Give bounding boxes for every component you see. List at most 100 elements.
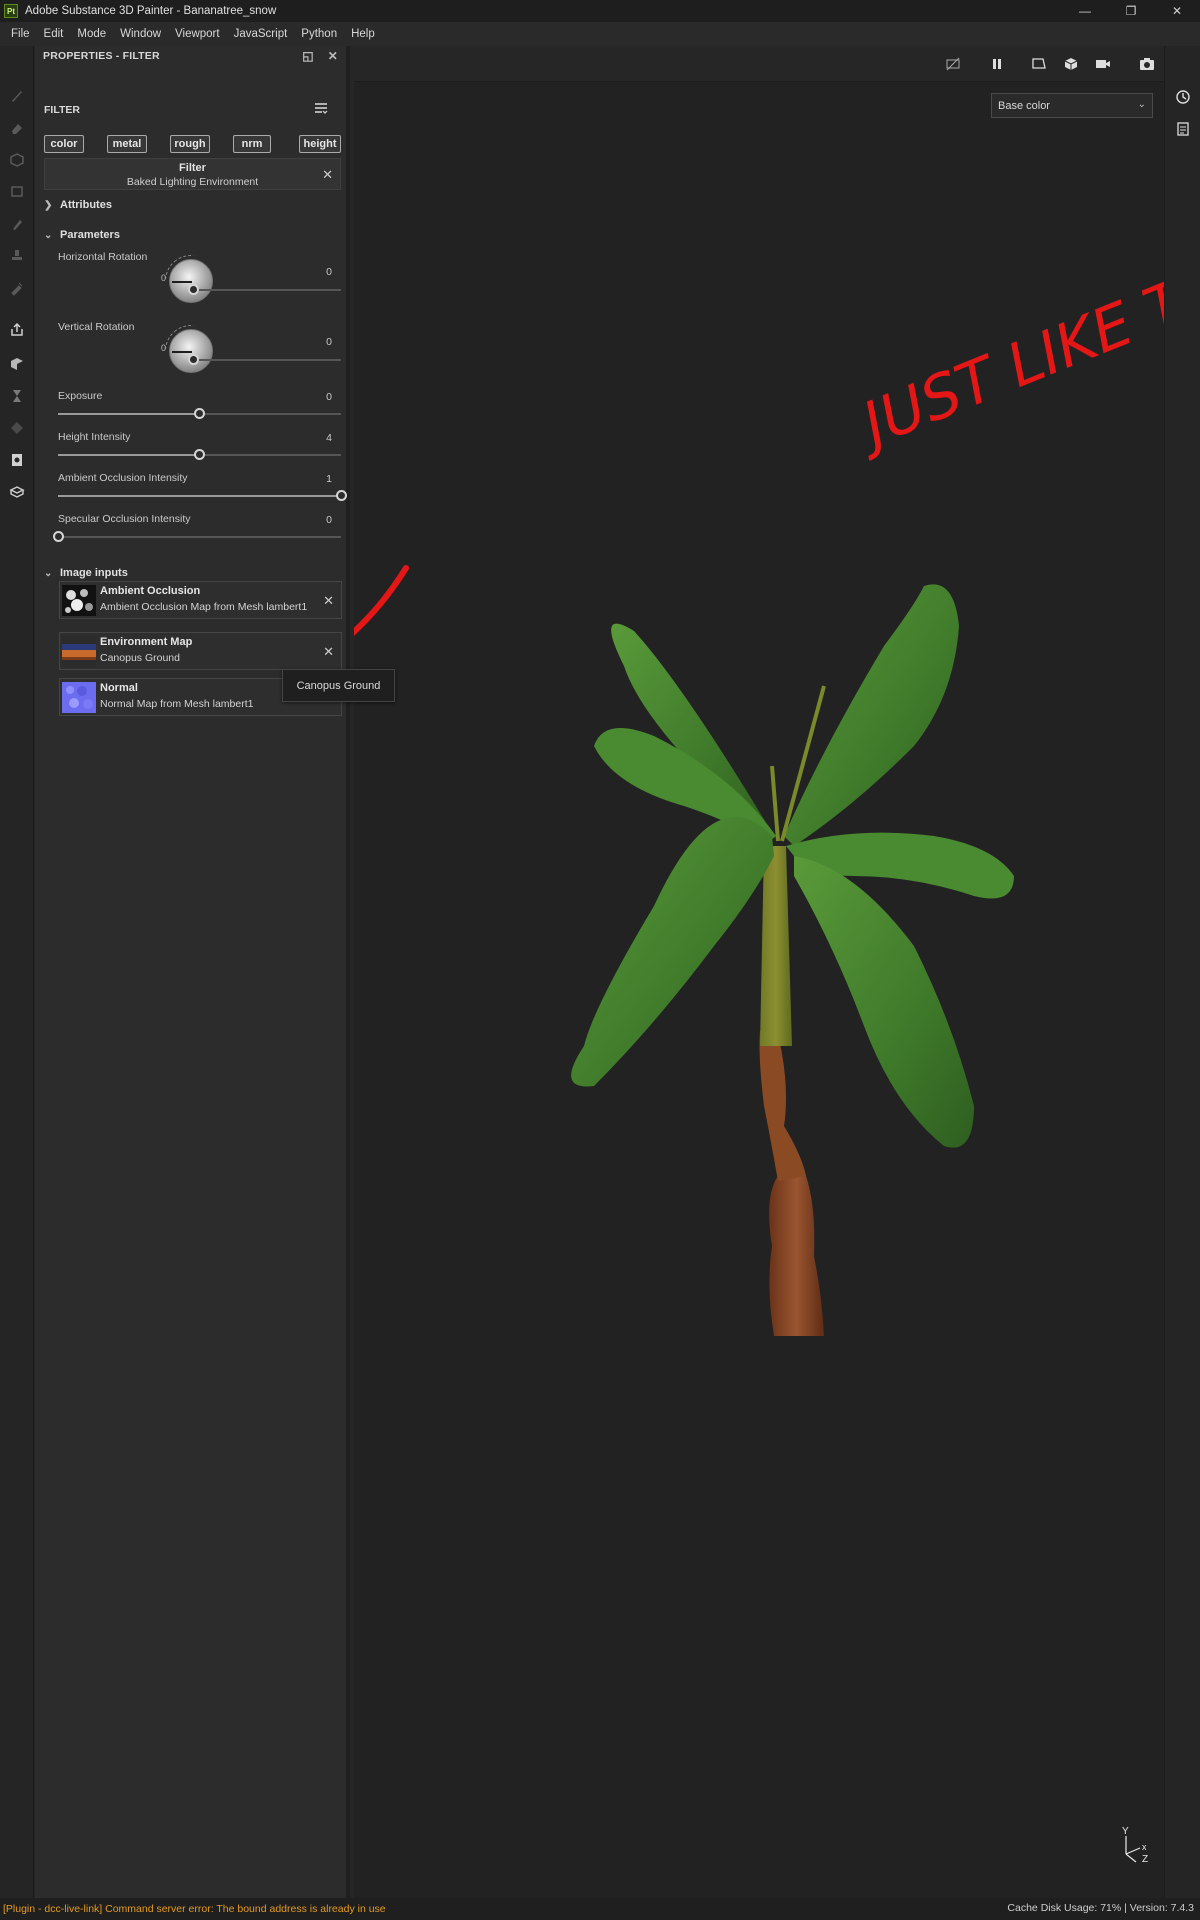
status-error-message: [Plugin - dcc-live-link] Command server …: [3, 1903, 386, 1915]
polygon-fill-icon[interactable]: [7, 418, 27, 438]
properties-filter-panel: PROPERTIES - FILTER ◱ ✕ FILTER color met…: [35, 46, 350, 1898]
menu-mode[interactable]: Mode: [70, 22, 113, 46]
history-icon[interactable]: [1174, 88, 1192, 106]
attributes-label: Attributes: [60, 199, 112, 211]
vertical-rotation-slider-knob[interactable]: [188, 354, 199, 365]
image-input-title: Environment Map: [100, 636, 193, 648]
close-panel-icon[interactable]: ✕: [328, 49, 338, 63]
channel-rough-button[interactable]: rough: [170, 135, 210, 153]
image-input-subtitle: Canopus Ground: [100, 652, 180, 664]
remove-input-icon[interactable]: ✕: [323, 593, 334, 609]
tooltip: Canopus Ground: [282, 669, 395, 702]
filter-section-title: FILTER: [44, 104, 80, 116]
smudge-icon[interactable]: [7, 214, 27, 234]
log-document-icon[interactable]: [1174, 120, 1192, 138]
filter-options-icon[interactable]: [314, 101, 328, 118]
chevron-down-icon: ⌄: [44, 567, 53, 579]
image-input-environment-map[interactable]: Environment Map Canopus Ground ✕: [59, 632, 342, 670]
menu-javascript[interactable]: JavaScript: [227, 22, 295, 46]
panel-title: PROPERTIES - FILTER: [43, 50, 160, 62]
horizontal-rotation-dial-zero: 0: [161, 273, 167, 283]
specular-occlusion-label: Specular Occlusion Intensity: [58, 513, 191, 525]
clone-stamp-icon[interactable]: [7, 246, 27, 266]
exposure-slider-fill: [58, 413, 200, 415]
height-intensity-slider-knob[interactable]: [194, 449, 205, 460]
export-filter-icon[interactable]: [7, 320, 27, 340]
height-intensity-value[interactable]: 4: [326, 432, 332, 444]
specular-occlusion-value[interactable]: 0: [326, 514, 332, 526]
image-input-title: Normal: [100, 682, 138, 694]
ambient-occlusion-thumbnail: [62, 585, 96, 616]
normal-map-thumbnail: [62, 682, 96, 713]
chevron-down-icon: ⌄: [44, 229, 53, 241]
remove-input-icon[interactable]: ✕: [323, 644, 334, 660]
bake-mesh-icon[interactable]: [7, 354, 27, 374]
channel-nrm-button[interactable]: nrm: [233, 135, 271, 153]
undock-icon[interactable]: ◱: [302, 49, 314, 63]
specular-occlusion-slider-knob[interactable]: [52, 531, 64, 542]
image-input-subtitle: Ambient Occlusion Map from Mesh lambert1: [100, 601, 308, 613]
filter-resource-name: Baked Lighting Environment: [126, 176, 259, 188]
menu-edit[interactable]: Edit: [37, 22, 71, 46]
horizontal-rotation-slider-track[interactable]: [193, 289, 341, 291]
parameters-section-toggle[interactable]: ⌄ Parameters: [44, 229, 120, 241]
eraser-icon[interactable]: [7, 118, 27, 138]
horizontal-rotation-value[interactable]: 0: [326, 266, 332, 278]
ao-intensity-label: Ambient Occlusion Intensity: [58, 472, 188, 484]
remove-filter-icon[interactable]: ✕: [322, 167, 333, 183]
annotation-text: JUST LIKE THIS: [844, 230, 1164, 464]
exposure-slider-knob[interactable]: [194, 408, 205, 419]
height-intensity-slider-fill: [58, 454, 200, 456]
channel-metal-button[interactable]: metal: [107, 135, 147, 153]
image-inputs-section-toggle[interactable]: ⌄ Image inputs: [44, 567, 128, 579]
window-title: Adobe Substance 3D Painter - Bananatree_…: [25, 5, 277, 17]
hourglass-icon[interactable]: [7, 386, 27, 406]
projection-icon[interactable]: [7, 150, 27, 170]
menu-help[interactable]: Help: [344, 22, 382, 46]
ao-intensity-slider-knob[interactable]: [335, 490, 347, 501]
3d-viewport[interactable]: Base color ⌄ JUST LIKE THIS Y x Z: [354, 46, 1164, 1898]
channel-color-button[interactable]: color: [44, 135, 84, 153]
menu-python[interactable]: Python: [294, 22, 344, 46]
tool-sidebar: [0, 46, 34, 1898]
image-input-subtitle: Normal Map from Mesh lambert1: [100, 698, 254, 710]
status-bar: [Plugin - dcc-live-link] Command server …: [0, 1898, 1200, 1920]
exposure-value[interactable]: 0: [326, 391, 332, 403]
horizontal-rotation-label: Horizontal Rotation: [58, 251, 148, 263]
menu-window[interactable]: Window: [113, 22, 168, 46]
height-intensity-label: Height Intensity: [58, 431, 131, 443]
vertical-rotation-slider-track[interactable]: [193, 359, 341, 361]
vertical-rotation-value[interactable]: 0: [326, 336, 332, 348]
filter-resource-title: Filter: [179, 162, 206, 174]
app-logo-icon: Pt: [4, 4, 18, 18]
axis-z-label: Z: [1142, 1854, 1148, 1864]
axis-gizmo: Y x Z: [1122, 1826, 1148, 1864]
ao-intensity-value[interactable]: 1: [326, 473, 332, 485]
exposure-label: Exposure: [58, 390, 103, 402]
horizontal-rotation-dial[interactable]: [169, 259, 213, 303]
ao-intensity-slider-fill: [58, 495, 341, 497]
horizontal-rotation-slider-knob[interactable]: [188, 284, 199, 295]
filter-resource[interactable]: Filter Baked Lighting Environment ✕: [44, 158, 341, 190]
image-input-title: Ambient Occlusion: [100, 585, 201, 597]
title-bar: Pt Adobe Substance 3D Painter - Bananatr…: [0, 0, 1200, 22]
texture-set-icon[interactable]: [7, 482, 27, 502]
vertical-rotation-dial-zero: 0: [161, 343, 167, 353]
parameters-label: Parameters: [60, 229, 120, 241]
paint-brush-icon[interactable]: [7, 86, 27, 106]
image-input-ambient-occlusion[interactable]: Ambient Occlusion Ambient Occlusion Map …: [59, 581, 342, 619]
menu-file[interactable]: File: [4, 22, 37, 46]
close-icon[interactable]: ✕: [1154, 0, 1200, 22]
geometry-mask-icon[interactable]: [7, 182, 27, 202]
channel-height-button[interactable]: height: [299, 135, 341, 153]
color-picker-icon[interactable]: [7, 278, 27, 298]
specular-occlusion-slider-track[interactable]: [58, 536, 341, 538]
document-icon[interactable]: [7, 450, 27, 470]
restore-icon[interactable]: ❐: [1108, 0, 1154, 22]
menu-viewport[interactable]: Viewport: [168, 22, 227, 46]
vertical-rotation-dial[interactable]: [169, 329, 213, 373]
minimize-icon[interactable]: —: [1062, 0, 1108, 22]
chevron-right-icon: ❯: [44, 199, 53, 211]
axis-x-label: x: [1142, 1842, 1147, 1852]
attributes-section-toggle[interactable]: ❯ Attributes: [44, 199, 112, 211]
